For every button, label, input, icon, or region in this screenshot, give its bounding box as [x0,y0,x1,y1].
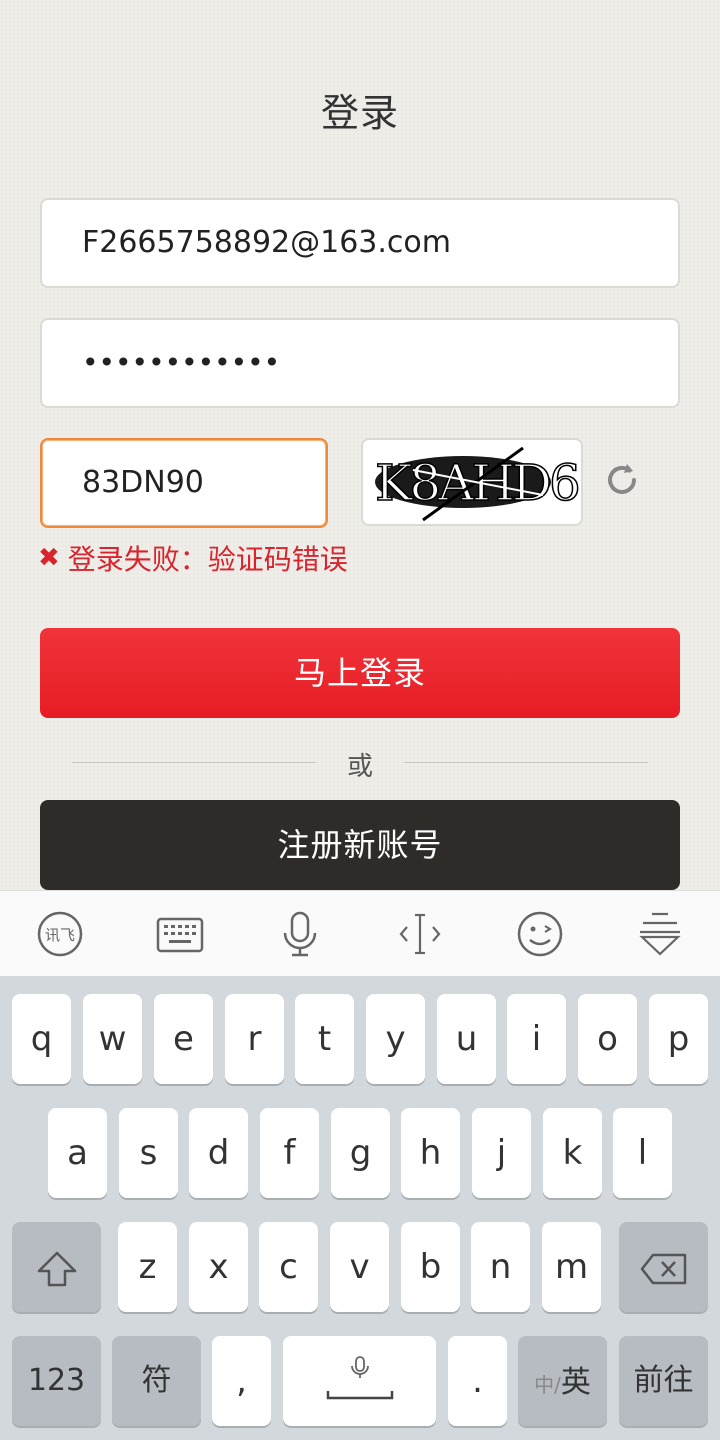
space-mic-icon [326,1355,393,1399]
key-u[interactable]: u [437,994,496,1084]
password-input[interactable]: •••••••••••• [40,318,680,408]
login-screen: 登录 F2665758892@163.com •••••••••••• 83DN… [0,0,720,890]
lang-small-label: 中/ [534,1373,561,1397]
error-text: 登录失败：验证码错误 [67,543,348,576]
key-p[interactable]: p [649,994,708,1084]
refresh-captcha-icon[interactable] [600,458,644,502]
key-b[interactable]: b [401,1222,460,1312]
captcha-image[interactable]: K8AHD6 [361,438,583,526]
key-m[interactable]: m [542,1222,601,1312]
shift-key[interactable] [12,1222,101,1312]
error-message: ✖ 登录失败：验证码错误 [38,538,348,578]
key-f[interactable]: f [260,1108,319,1198]
soft-keyboard: q w e r t y u i o p a s d f g h j k l z … [0,976,720,1440]
captcha-graphic: K8AHD6 [374,446,581,522]
svg-text:讯飞: 讯飞 [45,926,75,944]
page-title: 登录 [320,91,399,135]
symbols-key[interactable]: 符 [112,1336,201,1426]
ifly-logo-icon[interactable]: 讯飞 [35,909,85,959]
key-v[interactable]: v [330,1222,389,1312]
key-t[interactable]: t [295,994,354,1084]
or-text: 或 [346,752,373,782]
key-d[interactable]: d [189,1108,248,1198]
divider-line [404,762,648,763]
key-r[interactable]: r [225,994,284,1084]
collapse-keyboard-icon[interactable] [635,909,685,959]
comma-key[interactable]: , [212,1336,271,1426]
numbers-key[interactable]: 123 [12,1336,101,1426]
key-j[interactable]: j [472,1108,531,1198]
key-c[interactable]: c [259,1222,318,1312]
key-n[interactable]: n [471,1222,530,1312]
key-w[interactable]: w [83,994,142,1084]
language-switch-key[interactable]: 中/英 [518,1336,607,1426]
captcha-input[interactable]: 83DN90 [40,438,328,528]
space-key[interactable] [283,1336,436,1426]
account-input[interactable]: F2665758892@163.com [40,198,680,288]
key-z[interactable]: z [118,1222,177,1312]
emoji-icon[interactable] [515,909,565,959]
backspace-icon [640,1253,686,1284]
key-k[interactable]: k [543,1108,602,1198]
key-l[interactable]: l [613,1108,672,1198]
cursor-icon[interactable] [395,909,445,959]
login-button[interactable]: 马上登录 [40,628,680,718]
backspace-key[interactable] [619,1222,708,1312]
keyboard-toolbar: 讯飞 [0,890,720,977]
key-o[interactable]: o [578,994,637,1084]
register-button[interactable]: 注册新账号 [40,800,680,890]
key-i[interactable]: i [507,994,566,1084]
key-h[interactable]: h [401,1108,460,1198]
key-s[interactable]: s [119,1108,178,1198]
shift-arrow-icon [37,1251,76,1286]
key-x[interactable]: x [189,1222,248,1312]
key-g[interactable]: g [331,1108,390,1198]
key-a[interactable]: a [48,1108,107,1198]
key-y[interactable]: y [366,994,425,1084]
key-e[interactable]: e [154,994,213,1084]
period-key[interactable]: . [448,1336,507,1426]
lang-main-label: 英 [560,1365,591,1400]
or-divider: 或 [72,742,648,782]
key-q[interactable]: q [12,994,71,1084]
go-key[interactable]: 前往 [619,1336,708,1426]
microphone-icon[interactable] [275,909,325,959]
error-icon: ✖ [38,543,60,573]
keyboard-icon[interactable] [155,909,205,959]
